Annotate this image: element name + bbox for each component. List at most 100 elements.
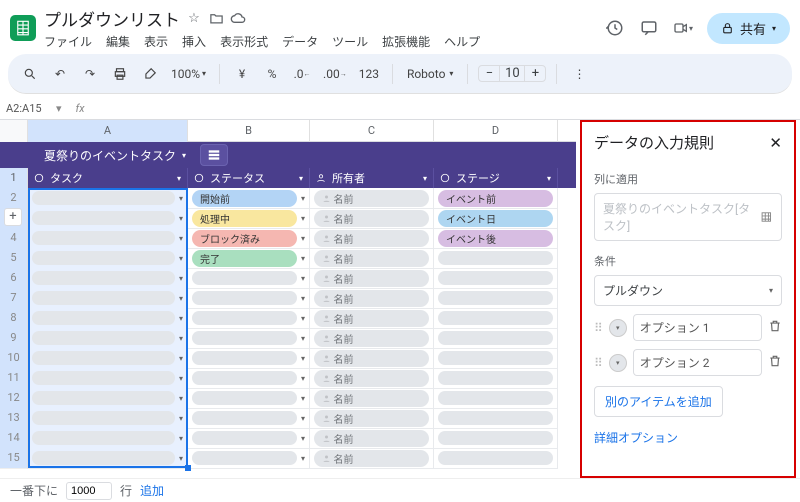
- header-status[interactable]: ステータス▾: [188, 168, 310, 188]
- header-task[interactable]: タスク▾: [28, 168, 188, 188]
- row-header-15[interactable]: 15: [0, 448, 28, 469]
- table-chip[interactable]: 夏祭りのイベントタスク▾: [34, 143, 196, 168]
- dropdown-caret-icon[interactable]: ▾: [179, 194, 183, 203]
- apply-to-input[interactable]: 夏祭りのイベントタスク[タスク]: [594, 193, 782, 241]
- owner-chip[interactable]: 名前: [314, 230, 429, 247]
- dropdown-caret-icon[interactable]: ▾: [301, 214, 305, 223]
- dropdown-caret-icon[interactable]: ▾: [179, 274, 183, 283]
- owner-chip[interactable]: 名前: [314, 330, 429, 347]
- cell-D10[interactable]: [434, 348, 558, 369]
- zoom-select[interactable]: 100% ▾: [168, 62, 209, 86]
- row-header-6[interactable]: 6: [0, 268, 28, 289]
- grid-select-icon[interactable]: [760, 210, 773, 224]
- status-dropdown[interactable]: [192, 271, 297, 285]
- cloud-status-icon[interactable]: [230, 11, 246, 27]
- comment-icon[interactable]: [639, 18, 659, 38]
- status-chip[interactable]: 完了: [192, 250, 297, 267]
- cell-C11[interactable]: 名前: [310, 368, 434, 389]
- menu-file[interactable]: ファイル: [44, 33, 92, 50]
- dropdown-caret-icon[interactable]: ▾: [301, 354, 305, 363]
- owner-chip[interactable]: 名前: [314, 210, 429, 227]
- row-header-4[interactable]: 4: [0, 228, 28, 249]
- row-header-5[interactable]: 5: [0, 248, 28, 269]
- cell-A10[interactable]: ▾: [28, 348, 188, 369]
- dropdown-caret-icon[interactable]: ▾: [301, 274, 305, 283]
- row-header-11[interactable]: 11: [0, 368, 28, 389]
- cell-D9[interactable]: [434, 328, 558, 349]
- cell-D12[interactable]: [434, 388, 558, 409]
- cell-A11[interactable]: ▾: [28, 368, 188, 389]
- owner-chip[interactable]: 名前: [314, 290, 429, 307]
- cell-D8[interactable]: [434, 308, 558, 329]
- col-header-A[interactable]: A: [28, 120, 188, 142]
- menu-data[interactable]: データ: [282, 33, 318, 50]
- cell-B4[interactable]: ブロック済み▾: [188, 228, 310, 249]
- dropdown-caret-icon[interactable]: ▾: [301, 254, 305, 263]
- cell-A12[interactable]: ▾: [28, 388, 188, 409]
- cell-C3[interactable]: 名前: [310, 208, 434, 229]
- menu-view[interactable]: 表示: [144, 33, 168, 50]
- status-dropdown[interactable]: [192, 411, 297, 425]
- redo-icon[interactable]: ↷: [78, 62, 102, 86]
- cell-C6[interactable]: 名前: [310, 268, 434, 289]
- stage-dropdown[interactable]: [438, 371, 553, 385]
- cell-C8[interactable]: 名前: [310, 308, 434, 329]
- stage-dropdown[interactable]: [438, 311, 553, 325]
- owner-chip[interactable]: 名前: [314, 430, 429, 447]
- dropdown-caret-icon[interactable]: ▾: [179, 354, 183, 363]
- status-dropdown[interactable]: [192, 451, 297, 465]
- cell-A9[interactable]: ▾: [28, 328, 188, 349]
- status-dropdown[interactable]: [192, 311, 297, 325]
- cell-A15[interactable]: ▾: [28, 448, 188, 469]
- menu-format[interactable]: 表示形式: [220, 33, 268, 50]
- currency-button[interactable]: ¥: [230, 62, 254, 86]
- advanced-options-link[interactable]: 詳細オプション: [594, 429, 782, 446]
- dropdown-caret-icon[interactable]: ▾: [301, 294, 305, 303]
- cell-C15[interactable]: 名前: [310, 448, 434, 469]
- stage-dropdown[interactable]: [438, 291, 553, 305]
- cell-B14[interactable]: ▾: [188, 428, 310, 449]
- stage-dropdown[interactable]: [438, 271, 553, 285]
- cell-B2[interactable]: 開始前▾: [188, 188, 310, 209]
- task-dropdown[interactable]: [32, 351, 175, 365]
- history-icon[interactable]: [605, 18, 625, 38]
- selection-handle[interactable]: [185, 465, 191, 471]
- cell-A14[interactable]: ▾: [28, 428, 188, 449]
- add-row-button[interactable]: +: [4, 208, 22, 226]
- stage-dropdown[interactable]: [438, 351, 553, 365]
- font-size-value[interactable]: 10: [499, 66, 525, 81]
- undo-icon[interactable]: ↶: [48, 62, 72, 86]
- cell-A8[interactable]: ▾: [28, 308, 188, 329]
- cell-C5[interactable]: 名前: [310, 248, 434, 269]
- stage-chip[interactable]: イベント日: [438, 210, 553, 227]
- name-box[interactable]: A2:A15: [6, 102, 56, 115]
- panel-close-icon[interactable]: ✕: [769, 134, 782, 152]
- row-header-14[interactable]: 14: [0, 428, 28, 449]
- row-header-7[interactable]: 7: [0, 288, 28, 309]
- cell-C10[interactable]: 名前: [310, 348, 434, 369]
- cell-D5[interactable]: [434, 248, 558, 269]
- dropdown-caret-icon[interactable]: ▾: [179, 254, 183, 263]
- document-title[interactable]: プルダウンリスト: [44, 6, 180, 31]
- owner-chip[interactable]: 名前: [314, 190, 429, 207]
- cell-A13[interactable]: ▾: [28, 408, 188, 429]
- cell-D11[interactable]: [434, 368, 558, 389]
- cell-B8[interactable]: ▾: [188, 308, 310, 329]
- dropdown-caret-icon[interactable]: ▾: [179, 374, 183, 383]
- header-stage[interactable]: ステージ▾: [434, 168, 558, 188]
- task-dropdown[interactable]: [32, 291, 175, 305]
- row-header-12[interactable]: 12: [0, 388, 28, 409]
- cell-D3[interactable]: イベント日: [434, 208, 558, 229]
- owner-chip[interactable]: 名前: [314, 390, 429, 407]
- cell-B6[interactable]: ▾: [188, 268, 310, 289]
- owner-chip[interactable]: 名前: [314, 410, 429, 427]
- cell-C9[interactable]: 名前: [310, 328, 434, 349]
- search-icon[interactable]: [18, 62, 42, 86]
- add-item-button[interactable]: 別のアイテムを追加: [594, 386, 723, 417]
- dropdown-caret-icon[interactable]: ▾: [301, 414, 305, 423]
- status-dropdown[interactable]: [192, 431, 297, 445]
- cell-D15[interactable]: [434, 448, 558, 469]
- status-dropdown[interactable]: [192, 291, 297, 305]
- add-rows-button[interactable]: 追加: [140, 482, 164, 499]
- option-input-1[interactable]: オプション 1: [633, 314, 762, 341]
